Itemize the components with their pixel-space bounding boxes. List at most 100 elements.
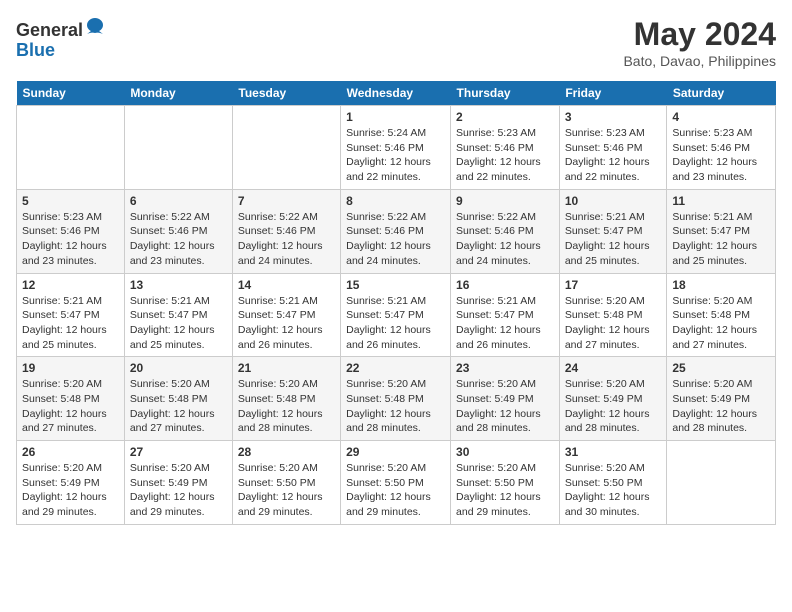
calendar-cell: 20 Sunrise: 5:20 AM Sunset: 5:48 PM Dayli… bbox=[124, 357, 232, 441]
day-number: 26 bbox=[22, 445, 119, 459]
day-info: Sunrise: 5:22 AM Sunset: 5:46 PM Dayligh… bbox=[456, 210, 554, 269]
calendar-cell: 9 Sunrise: 5:22 AM Sunset: 5:46 PM Daylig… bbox=[451, 189, 560, 273]
calendar-cell: 14 Sunrise: 5:21 AM Sunset: 5:47 PM Dayli… bbox=[232, 273, 340, 357]
calendar-cell: 7Sunrise: 5:22 AM Sunset: 5:46 PM Daylig… bbox=[232, 189, 340, 273]
day-info: Sunrise: 5:20 AM Sunset: 5:49 PM Dayligh… bbox=[565, 377, 662, 436]
day-number: 9 bbox=[456, 194, 554, 208]
day-number: 8 bbox=[346, 194, 445, 208]
day-number: 1 bbox=[346, 110, 445, 124]
day-number: 11 bbox=[672, 194, 770, 208]
calendar-cell: 23 Sunrise: 5:20 AM Sunset: 5:49 PM Dayli… bbox=[451, 357, 560, 441]
calendar-cell: 13Sunrise: 5:21 AM Sunset: 5:47 PM Dayli… bbox=[124, 273, 232, 357]
day-info: Sunrise: 5:20 AM Sunset: 5:49 PM Dayligh… bbox=[672, 377, 770, 436]
calendar-cell: 30Sunrise: 5:20 AM Sunset: 5:50 PM Dayli… bbox=[451, 441, 560, 525]
day-info: Sunrise: 5:22 AM Sunset: 5:46 PM Dayligh… bbox=[346, 210, 445, 269]
day-header-thursday: Thursday bbox=[451, 81, 560, 106]
calendar-cell: 11 Sunrise: 5:21 AM Sunset: 5:47 PM Dayli… bbox=[667, 189, 776, 273]
calendar-week-4: 26 Sunrise: 5:20 AM Sunset: 5:49 PM Dayli… bbox=[17, 441, 776, 525]
day-number: 23 bbox=[456, 361, 554, 375]
day-header-sunday: Sunday bbox=[17, 81, 125, 106]
day-number: 25 bbox=[672, 361, 770, 375]
calendar-cell: 8 Sunrise: 5:22 AM Sunset: 5:46 PM Daylig… bbox=[341, 189, 451, 273]
day-info: Sunrise: 5:20 AM Sunset: 5:48 PM Dayligh… bbox=[22, 377, 119, 436]
calendar-cell: 31 Sunrise: 5:20 AM Sunset: 5:50 PM Dayli… bbox=[559, 441, 667, 525]
calendar-cell: 16 Sunrise: 5:21 AM Sunset: 5:47 PM Dayli… bbox=[451, 273, 560, 357]
day-number: 12 bbox=[22, 278, 119, 292]
calendar-cell: 25 Sunrise: 5:20 AM Sunset: 5:49 PM Dayli… bbox=[667, 357, 776, 441]
day-info: Sunrise: 5:21 AM Sunset: 5:47 PM Dayligh… bbox=[672, 210, 770, 269]
day-info: Sunrise: 5:21 AM Sunset: 5:47 PM Dayligh… bbox=[346, 294, 445, 353]
day-number: 27 bbox=[130, 445, 227, 459]
calendar-cell: 3 Sunrise: 5:23 AM Sunset: 5:46 PM Daylig… bbox=[559, 106, 667, 190]
calendar-cell: 17 Sunrise: 5:20 AM Sunset: 5:48 PM Dayli… bbox=[559, 273, 667, 357]
day-number: 2 bbox=[456, 110, 554, 124]
calendar-cell: 1 Sunrise: 5:24 AM Sunset: 5:46 PM Daylig… bbox=[341, 106, 451, 190]
logo-bird-icon bbox=[85, 16, 105, 36]
day-header-wednesday: Wednesday bbox=[341, 81, 451, 106]
day-info: Sunrise: 5:23 AM Sunset: 5:46 PM Dayligh… bbox=[22, 210, 119, 269]
calendar-cell: 4Sunrise: 5:23 AM Sunset: 5:46 PM Daylig… bbox=[667, 106, 776, 190]
day-info: Sunrise: 5:20 AM Sunset: 5:50 PM Dayligh… bbox=[456, 461, 554, 520]
day-number: 15 bbox=[346, 278, 445, 292]
calendar-cell bbox=[667, 441, 776, 525]
calendar-cell: 18 Sunrise: 5:20 AM Sunset: 5:48 PM Dayli… bbox=[667, 273, 776, 357]
day-info: Sunrise: 5:20 AM Sunset: 5:48 PM Dayligh… bbox=[672, 294, 770, 353]
day-number: 29 bbox=[346, 445, 445, 459]
day-info: Sunrise: 5:20 AM Sunset: 5:48 PM Dayligh… bbox=[238, 377, 335, 436]
day-header-friday: Friday bbox=[559, 81, 667, 106]
day-number: 13 bbox=[130, 278, 227, 292]
title-block: May 2024 Bato, Davao, Philippines bbox=[623, 16, 776, 69]
calendar-cell: 5 Sunrise: 5:23 AM Sunset: 5:46 PM Daylig… bbox=[17, 189, 125, 273]
location: Bato, Davao, Philippines bbox=[623, 53, 776, 69]
day-number: 5 bbox=[22, 194, 119, 208]
day-info: Sunrise: 5:20 AM Sunset: 5:50 PM Dayligh… bbox=[346, 461, 445, 520]
day-info: Sunrise: 5:21 AM Sunset: 5:47 PM Dayligh… bbox=[565, 210, 662, 269]
day-info: Sunrise: 5:21 AM Sunset: 5:47 PM Dayligh… bbox=[238, 294, 335, 353]
day-number: 20 bbox=[130, 361, 227, 375]
day-number: 10 bbox=[565, 194, 662, 208]
day-number: 28 bbox=[238, 445, 335, 459]
calendar-cell bbox=[124, 106, 232, 190]
calendar-cell: 22 Sunrise: 5:20 AM Sunset: 5:48 PM Dayli… bbox=[341, 357, 451, 441]
day-number: 18 bbox=[672, 278, 770, 292]
calendar-cell: 15 Sunrise: 5:21 AM Sunset: 5:47 PM Dayli… bbox=[341, 273, 451, 357]
day-number: 16 bbox=[456, 278, 554, 292]
day-number: 7 bbox=[238, 194, 335, 208]
day-info: Sunrise: 5:21 AM Sunset: 5:47 PM Dayligh… bbox=[456, 294, 554, 353]
day-info: Sunrise: 5:20 AM Sunset: 5:49 PM Dayligh… bbox=[22, 461, 119, 520]
day-info: Sunrise: 5:20 AM Sunset: 5:50 PM Dayligh… bbox=[565, 461, 662, 520]
calendar-cell: 6Sunrise: 5:22 AM Sunset: 5:46 PM Daylig… bbox=[124, 189, 232, 273]
page-header: General Blue May 2024 Bato, Davao, Phili… bbox=[16, 16, 776, 69]
month-title: May 2024 bbox=[623, 16, 776, 53]
logo: General Blue bbox=[16, 16, 105, 61]
calendar-cell: 19 Sunrise: 5:20 AM Sunset: 5:48 PM Dayli… bbox=[17, 357, 125, 441]
day-info: Sunrise: 5:20 AM Sunset: 5:48 PM Dayligh… bbox=[565, 294, 662, 353]
day-info: Sunrise: 5:20 AM Sunset: 5:49 PM Dayligh… bbox=[456, 377, 554, 436]
day-header-saturday: Saturday bbox=[667, 81, 776, 106]
calendar-cell: 12Sunrise: 5:21 AM Sunset: 5:47 PM Dayli… bbox=[17, 273, 125, 357]
day-number: 17 bbox=[565, 278, 662, 292]
day-info: Sunrise: 5:20 AM Sunset: 5:48 PM Dayligh… bbox=[130, 377, 227, 436]
calendar-cell bbox=[17, 106, 125, 190]
logo-general: General bbox=[16, 20, 83, 40]
day-number: 14 bbox=[238, 278, 335, 292]
calendar-week-2: 12 Sunrise: 5:21 AM Sunset: 5:47 PM Dayli… bbox=[17, 273, 776, 357]
day-info: Sunrise: 5:23 AM Sunset: 5:46 PM Dayligh… bbox=[456, 126, 554, 185]
day-number: 3 bbox=[565, 110, 662, 124]
day-number: 4 bbox=[672, 110, 770, 124]
day-header-monday: Monday bbox=[124, 81, 232, 106]
day-number: 31 bbox=[565, 445, 662, 459]
calendar-cell: 24 Sunrise: 5:20 AM Sunset: 5:49 PM Dayli… bbox=[559, 357, 667, 441]
day-info: Sunrise: 5:23 AM Sunset: 5:46 PM Dayligh… bbox=[565, 126, 662, 185]
logo-blue: Blue bbox=[16, 41, 105, 61]
day-number: 24 bbox=[565, 361, 662, 375]
day-number: 19 bbox=[22, 361, 119, 375]
day-info: Sunrise: 5:20 AM Sunset: 5:48 PM Dayligh… bbox=[346, 377, 445, 436]
day-info: Sunrise: 5:20 AM Sunset: 5:49 PM Dayligh… bbox=[130, 461, 227, 520]
calendar-cell: 28 Sunrise: 5:20 AM Sunset: 5:50 PM Dayli… bbox=[232, 441, 340, 525]
day-number: 22 bbox=[346, 361, 445, 375]
day-info: Sunrise: 5:24 AM Sunset: 5:46 PM Dayligh… bbox=[346, 126, 445, 185]
day-number: 6 bbox=[130, 194, 227, 208]
day-info: Sunrise: 5:20 AM Sunset: 5:50 PM Dayligh… bbox=[238, 461, 335, 520]
calendar-cell: 2 Sunrise: 5:23 AM Sunset: 5:46 PM Daylig… bbox=[451, 106, 560, 190]
